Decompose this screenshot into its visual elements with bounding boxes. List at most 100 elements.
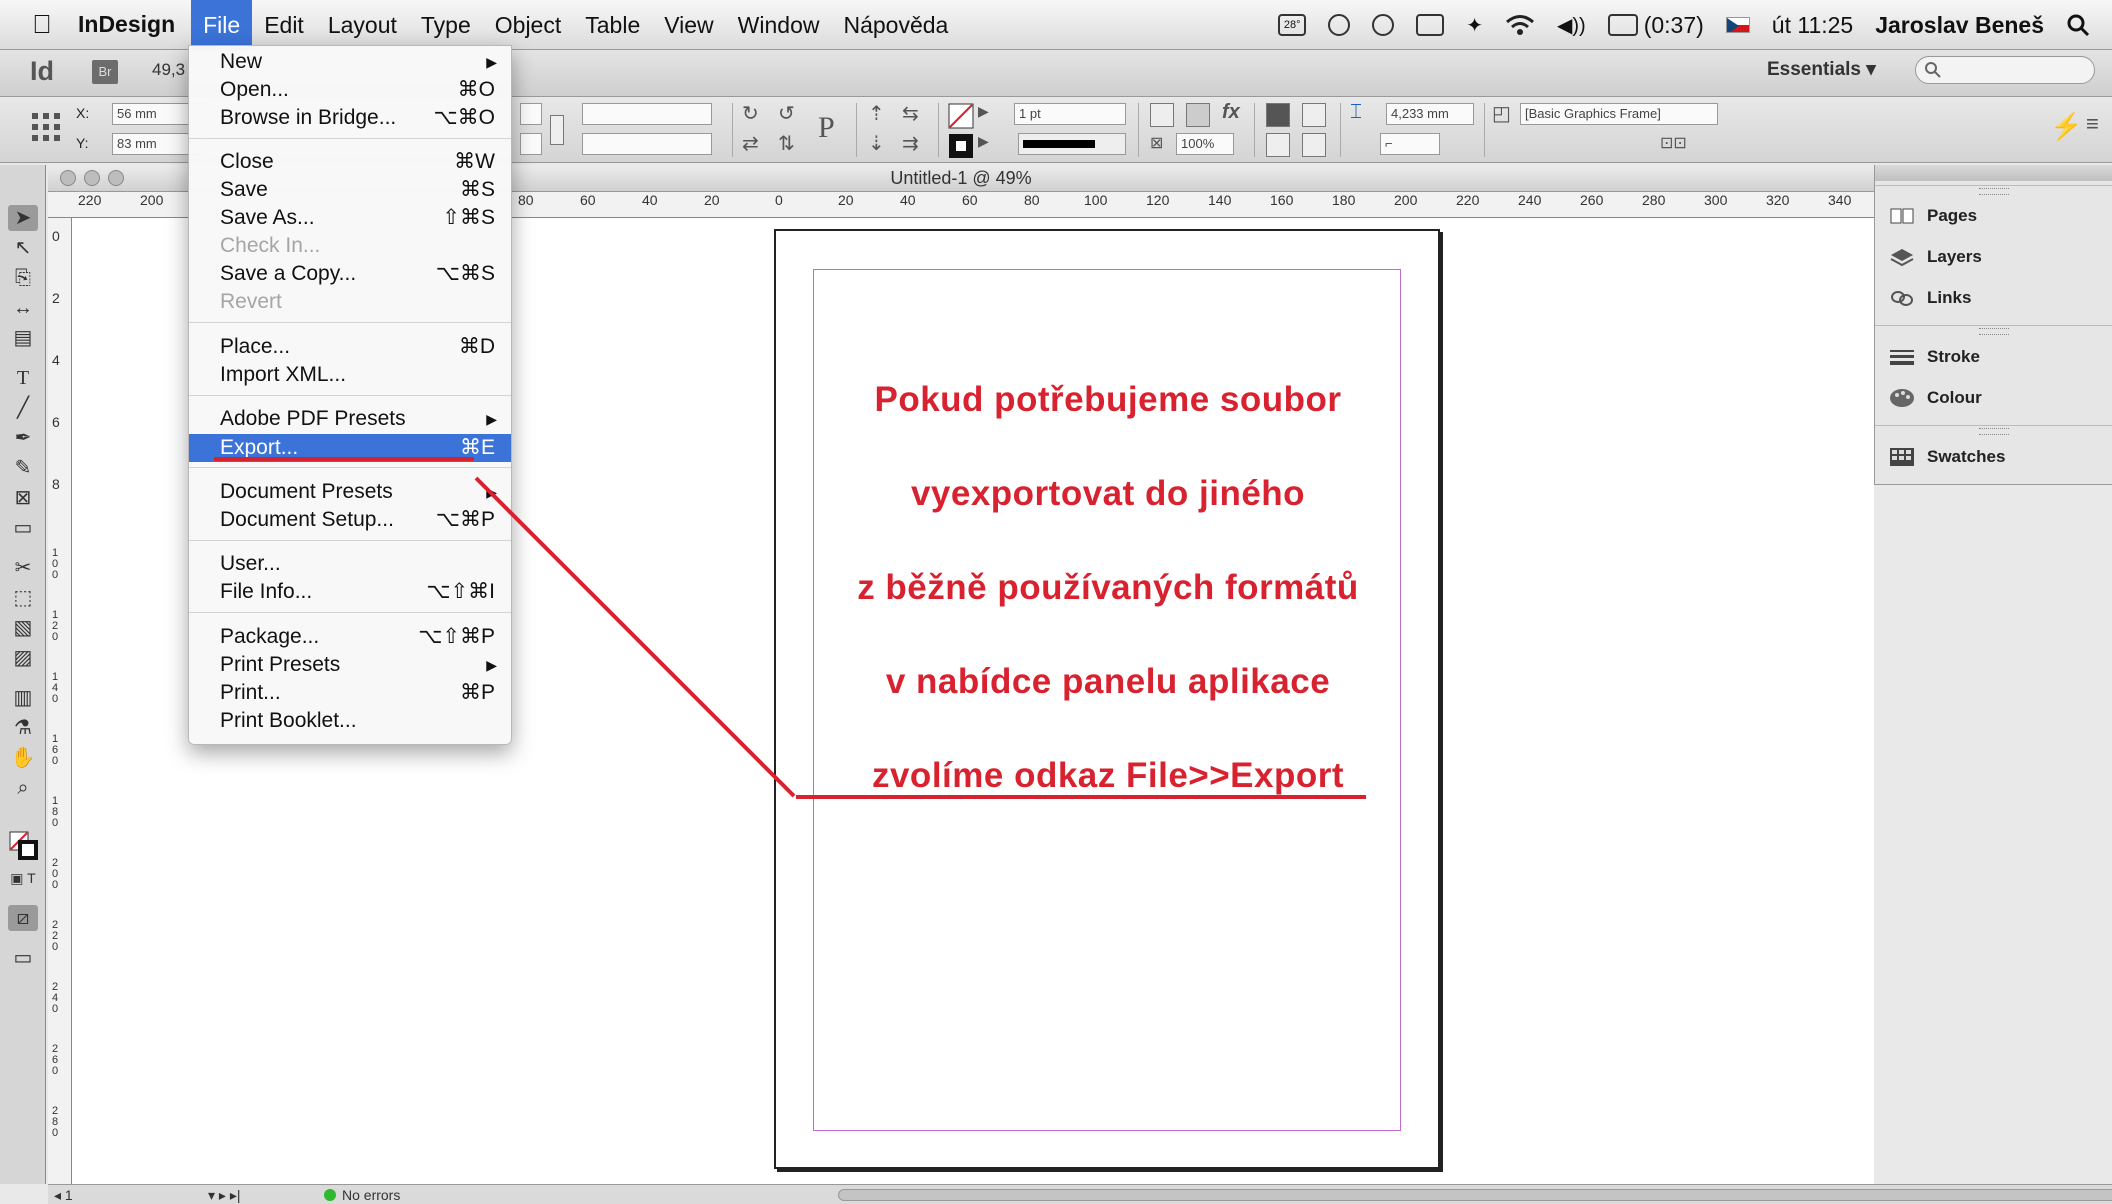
zoom-level[interactable]: 49,3 [152,60,185,80]
close-window-button[interactable] [60,170,76,186]
hand-tool-icon[interactable]: ✋ [8,745,38,771]
page-tool-icon[interactable]: ⎘ [8,265,38,291]
menu-item-save-as[interactable]: Save As... ⇧⌘S [189,204,511,232]
panel-group-grip[interactable] [1875,425,2112,435]
drop-shadow-icon[interactable] [1186,103,1210,127]
display-icon[interactable] [1416,14,1445,36]
pen-tool-icon[interactable]: ✒ [8,425,38,451]
rectangle-tool-icon[interactable]: ▭ [8,515,38,541]
clear-overrides-icon[interactable]: ⊡⊡ [1660,133,1687,153]
object-style-select[interactable]: [Basic Graphics Frame] [1520,103,1718,125]
menu-item-save-a-copy[interactable]: Save a Copy... ⌥⌘S [189,260,511,288]
text-wrap-shape-icon[interactable] [1266,133,1290,157]
select-content-icon[interactable]: ⇣ [868,131,885,156]
menu-file[interactable]: File [191,0,253,50]
constrain-proportions-icon[interactable] [550,115,564,145]
czech-flag-icon[interactable] [1725,17,1750,33]
flip-h-icon[interactable]: ⇄ [742,131,759,156]
panel-pages[interactable]: Pages [1889,201,1977,231]
battery-status[interactable]: (0:37) [1607,12,1704,39]
opacity-field[interactable]: 100% [1176,133,1234,155]
app-menu[interactable]: InDesign [78,11,175,38]
select-container-icon[interactable]: ⇡ [868,101,885,126]
fill-menu-arrow-icon[interactable]: ▶ [978,103,989,120]
panel-colour[interactable]: Colour [1889,383,1982,413]
zoom-window-button[interactable] [108,170,124,186]
panel-layers[interactable]: Layers [1889,242,1982,272]
panel-links[interactable]: Links [1889,283,1971,313]
horizontal-scrollbar[interactable] [838,1189,2112,1201]
reference-point-icon[interactable] [30,111,62,143]
menu-edit[interactable]: Edit [252,0,316,50]
gradient-feather-tool-icon[interactable]: ▨ [8,645,38,671]
corner-options-icon[interactable]: ⌶ [1350,101,1362,124]
fill-swatch-icon[interactable] [948,103,974,129]
formatting-affects-container-icon[interactable]: ▣ T [8,865,38,891]
free-transform-tool-icon[interactable]: ⬚ [8,585,38,611]
user-name[interactable]: Jaroslav Beneš [1875,12,2044,39]
time-machine-icon[interactable] [1372,14,1395,36]
text-wrap-box-icon[interactable] [1302,103,1326,127]
note-tool-icon[interactable]: ▥ [8,685,38,711]
workspace-switcher[interactable]: Essentials ▾ [1767,58,1876,81]
panel-stroke[interactable]: Stroke [1889,342,1980,372]
spotlight-search-icon[interactable] [2066,13,2090,37]
scale-y-field[interactable] [582,133,712,155]
pencil-tool-icon[interactable]: ✎ [8,455,38,481]
type-tool-icon[interactable]: T [8,365,38,391]
menu-item-package[interactable]: Package... ⌥⇧⌘P [189,623,511,651]
page-navigator[interactable]: ◂ 1 [54,1187,73,1204]
page-nav-arrows[interactable]: ▾ ▸ ▸| [208,1187,241,1204]
bridge-button[interactable]: Br [92,60,118,84]
menu-item-user[interactable]: User... [189,550,511,578]
menu-item-export[interactable]: Export... ⌘E [189,434,511,462]
eyedropper-tool-icon[interactable]: ⚗ [8,715,38,741]
selection-tool-icon[interactable]: ➤ [8,205,38,231]
wifi-icon[interactable] [1505,14,1535,36]
text-wrap-none-icon[interactable] [1266,103,1290,127]
height-stepper[interactable] [520,133,542,155]
page-text-line[interactable]: Pokud potřebujeme soubor [800,380,1416,420]
menu-layout[interactable]: Layout [316,0,409,50]
menu-help[interactable]: Nápověda [831,0,960,50]
quick-apply-icon[interactable]: ⚡ [2050,111,2082,142]
menu-item-close[interactable]: Close ⌘W [189,148,511,176]
corner-size-field[interactable]: 4,233 mm [1386,103,1474,125]
stroke-weight-field[interactable]: 1 pt [1014,103,1126,125]
menu-item-file-info[interactable]: File Info... ⌥⇧⌘I [189,578,511,606]
bluetooth-icon[interactable]: ✦ [1466,13,1483,38]
stroke-type-select[interactable] [1018,133,1126,155]
menu-object[interactable]: Object [483,0,573,50]
panel-group-grip[interactable] [1875,325,2112,335]
panel-swatches[interactable]: Swatches [1889,442,2005,472]
direct-selection-tool-icon[interactable]: ↖ [8,235,38,261]
content-collector-icon[interactable]: ▤ [8,325,38,351]
apple-menu-icon[interactable]:  [16,9,68,40]
stroke-menu-arrow-icon[interactable]: ▶ [978,133,989,150]
menu-item-document-setup[interactable]: Document Setup... ⌥⌘P [189,506,511,534]
rotate-cw-icon[interactable]: ↻ [742,101,759,126]
text-wrap-jump-icon[interactable] [1302,133,1326,157]
fit-frame-icon[interactable] [1150,103,1174,127]
screen-mode-icon[interactable]: ▭ [8,945,38,971]
menu-view[interactable]: View [652,0,725,50]
gradient-swatch-tool-icon[interactable]: ▧ [8,615,38,641]
page-text-line[interactable]: vyexportovat do jiného [800,474,1416,514]
clock[interactable]: út 11:25 [1772,12,1853,39]
menu-item-open[interactable]: Open... ⌘O [189,76,511,104]
menu-type[interactable]: Type [409,0,483,50]
gap-tool-icon[interactable]: ↔ [8,295,38,321]
page-text-line[interactable]: zvolíme odkaz File>>Export [800,756,1416,796]
apply-none-icon[interactable]: ⧄ [8,905,38,931]
rectangle-frame-tool-icon[interactable]: ⊠ [8,485,38,511]
stroke-swatch-icon[interactable] [948,133,974,159]
menu-item-document-presets[interactable]: Document Presets ▶ [189,478,511,506]
dock-collapse-bar[interactable] [1875,165,2112,181]
panel-group-grip[interactable] [1875,185,2112,195]
evernote-icon[interactable] [1328,14,1351,36]
scissors-tool-icon[interactable]: ✂ [8,555,38,581]
menu-item-print-presets[interactable]: Print Presets ▶ [189,651,511,679]
select-next-icon[interactable]: ⇉ [902,131,919,156]
temperature-icon[interactable]: 28° [1278,14,1307,36]
help-search-input[interactable] [1915,56,2095,84]
